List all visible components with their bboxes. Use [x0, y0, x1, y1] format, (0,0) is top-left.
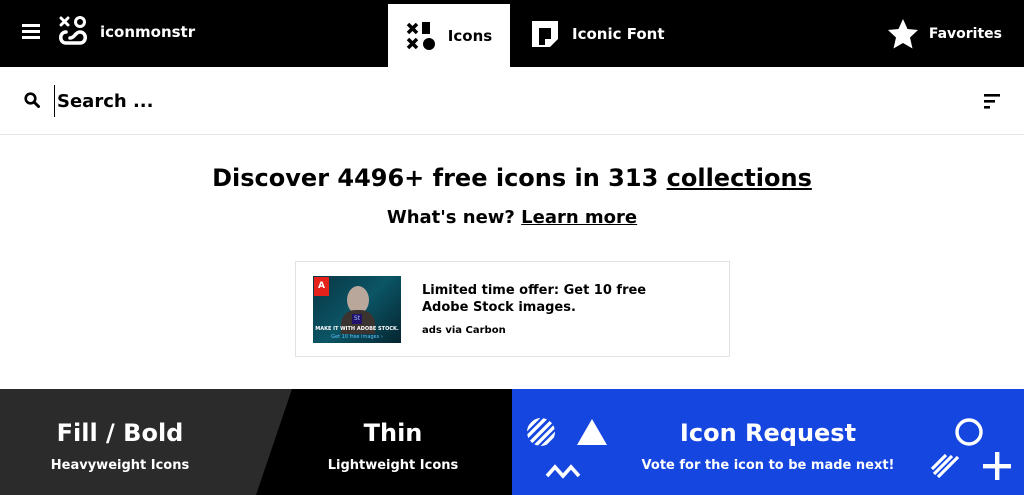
ad-text-link[interactable]: Limited time offer: Get 10 free Adobe St…: [422, 282, 662, 316]
diagonal-lines-icon: [930, 453, 960, 479]
striped-circle-icon: [527, 418, 555, 446]
ad-image-cta: Get 10 free images ›: [331, 334, 383, 340]
carbon-ad: A St MAKE IT WITH ADOBE STOCK. Get 10 fr…: [295, 261, 730, 357]
ad-image-caption: MAKE IT WITH ADOBE STOCK.: [315, 326, 399, 332]
learn-more-link[interactable]: Learn more: [521, 207, 637, 228]
tab-iconic-font-label: Iconic Font: [572, 25, 665, 43]
tab-icons-label: Icons: [447, 26, 493, 45]
icon-request-title: Icon Request: [679, 419, 857, 447]
triangle-icon: [577, 419, 607, 445]
menu-icon[interactable]: [22, 24, 40, 40]
whats-new: What's new? Learn more: [0, 207, 1024, 228]
brand-logo[interactable]: iconmonstr: [58, 14, 195, 50]
iconmonstr-logo-icon: [59, 16, 87, 45]
headline-text: Discover 4496+ free icons in 313: [212, 164, 667, 192]
star-icon: [887, 19, 918, 49]
tab-iconic-font[interactable]: Iconic Font: [530, 4, 665, 64]
iconic-font-icon: [532, 21, 558, 47]
search-input[interactable]: [54, 85, 934, 117]
page-headline: Discover 4496+ free icons in 313 collect…: [0, 164, 1024, 192]
icon-request-subtitle: Vote for the icon to be made next!: [641, 458, 895, 473]
tab-icons[interactable]: Icons: [388, 4, 510, 67]
thin-subtitle: Lightweight Icons: [327, 458, 459, 473]
whats-new-text: What's new?: [386, 207, 522, 228]
ad-via-link[interactable]: ads via Carbon: [422, 325, 506, 336]
zigzag-icon: [545, 464, 581, 479]
adobe-stock-icon: St: [352, 314, 362, 324]
icon-request-tile[interactable]: Icon Request Vote for the icon to be mad…: [512, 389, 1024, 495]
ad-image[interactable]: A St MAKE IT WITH ADOBE STOCK. Get 10 fr…: [313, 276, 401, 343]
favorites-label: Favorites: [928, 26, 1002, 42]
filter-icon[interactable]: [984, 93, 1000, 109]
top-navigation: iconmonstr Icons Iconic Font Favorites: [0, 0, 1024, 67]
fill-bold-subtitle: Heavyweight Icons: [50, 458, 190, 473]
fill-bold-title: Fill / Bold: [56, 419, 184, 447]
search-icon[interactable]: [24, 92, 40, 108]
collections-link[interactable]: collections: [667, 164, 812, 192]
adobe-logo-icon: A: [314, 277, 329, 296]
thin-title: Thin: [363, 419, 423, 447]
search-bar: [0, 67, 1024, 135]
favorites-link[interactable]: Favorites: [887, 4, 1002, 64]
shapes-icon: [406, 21, 435, 50]
brand-name: iconmonstr: [100, 23, 196, 41]
ring-icon: [955, 418, 983, 446]
plus-icon: [983, 452, 1011, 480]
